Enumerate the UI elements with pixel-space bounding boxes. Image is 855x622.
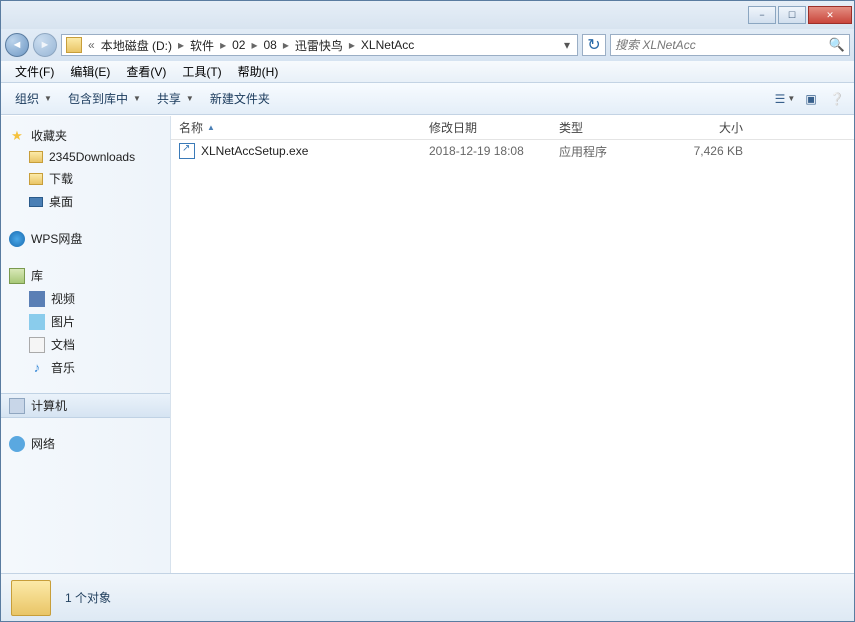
breadcrumb-dropdown-icon[interactable]: ▾ — [559, 38, 575, 52]
file-type: 应用程序 — [551, 143, 661, 160]
col-date-header[interactable]: 修改日期 — [421, 119, 551, 136]
explorer-window: − ☐ ✕ ◄ ► « 本地磁盘 (D:)▸ 软件▸ 02▸ 08▸ 迅雷快鸟▸… — [0, 0, 855, 622]
cloud-icon — [9, 231, 25, 247]
menu-tools[interactable]: 工具(T) — [174, 61, 229, 82]
menubar: 文件(F) 编辑(E) 查看(V) 工具(T) 帮助(H) — [1, 61, 854, 83]
table-row[interactable]: XLNetAccSetup.exe 2018-12-19 18:08 应用程序 … — [171, 140, 854, 162]
file-list: XLNetAccSetup.exe 2018-12-19 18:08 应用程序 … — [171, 140, 854, 573]
document-icon — [29, 337, 45, 353]
sidebar-wps-header[interactable]: WPS网盘 — [1, 227, 170, 250]
minimize-button[interactable]: − — [748, 6, 776, 24]
folder-icon — [29, 173, 43, 185]
file-date: 2018-12-19 18:08 — [421, 144, 551, 158]
new-folder-button[interactable]: 新建文件夹 — [202, 86, 278, 111]
forward-button[interactable]: ► — [33, 33, 57, 57]
preview-pane-button[interactable]: ▣ — [800, 88, 822, 110]
breadcrumb-seg-1[interactable]: 软件 — [186, 37, 218, 54]
help-button[interactable]: ❔ — [826, 88, 848, 110]
close-button[interactable]: ✕ — [808, 6, 852, 24]
folder-icon — [29, 151, 43, 163]
sidebar-computer-header[interactable]: 计算机 — [1, 393, 170, 418]
breadcrumb-seg-2[interactable]: 02 — [228, 38, 249, 52]
search-icon: 🔍 — [829, 37, 845, 53]
menu-help[interactable]: 帮助(H) — [230, 61, 287, 82]
sidebar-item-documents[interactable]: 文档 — [1, 333, 170, 356]
sidebar-favorites-header[interactable]: ★收藏夹 — [1, 124, 170, 147]
breadcrumb-seg-5[interactable]: XLNetAcc — [357, 38, 418, 52]
toolbar: 组织▼ 包含到库中▼ 共享▼ 新建文件夹 ☰▼ ▣ ❔ — [1, 83, 854, 115]
share-button[interactable]: 共享▼ — [149, 86, 202, 111]
folder-icon — [66, 37, 82, 53]
file-name: XLNetAccSetup.exe — [201, 144, 308, 158]
sidebar-item-pictures[interactable]: 图片 — [1, 310, 170, 333]
file-size: 7,426 KB — [661, 144, 751, 158]
menu-view[interactable]: 查看(V) — [118, 61, 174, 82]
column-headers: 名称▲ 修改日期 类型 大小 — [171, 116, 854, 140]
sidebar-item-music[interactable]: ♪音乐 — [1, 356, 170, 379]
exe-icon — [179, 143, 195, 159]
breadcrumb-seg-3[interactable]: 08 — [259, 38, 280, 52]
col-name-header[interactable]: 名称▲ — [171, 119, 421, 136]
chevron-down-icon: ▼ — [44, 94, 52, 103]
main-layout: ★收藏夹 2345Downloads 下载 桌面 WPS网盘 库 视频 图片 文… — [1, 115, 854, 573]
breadcrumb-prefix: « — [86, 38, 97, 52]
organize-button[interactable]: 组织▼ — [7, 86, 60, 111]
sidebar-item-download[interactable]: 下载 — [1, 167, 170, 190]
back-button[interactable]: ◄ — [5, 33, 29, 57]
status-object-count: 1 个对象 — [65, 589, 111, 606]
menu-edit[interactable]: 编辑(E) — [62, 61, 118, 82]
desktop-icon — [29, 197, 43, 207]
picture-icon — [29, 314, 45, 330]
include-lib-button[interactable]: 包含到库中▼ — [60, 86, 149, 111]
computer-icon — [9, 398, 25, 414]
maximize-button[interactable]: ☐ — [778, 6, 806, 24]
breadcrumb-seg-4[interactable]: 迅雷快鸟 — [291, 37, 347, 54]
view-options-button[interactable]: ☰▼ — [774, 88, 796, 110]
search-box[interactable]: 🔍 — [610, 34, 850, 56]
search-input[interactable] — [615, 38, 829, 52]
breadcrumb[interactable]: « 本地磁盘 (D:)▸ 软件▸ 02▸ 08▸ 迅雷快鸟▸ XLNetAcc … — [61, 34, 578, 56]
network-icon — [9, 436, 25, 452]
breadcrumb-seg-drive[interactable]: 本地磁盘 (D:) — [97, 37, 176, 54]
video-icon — [29, 291, 45, 307]
col-type-header[interactable]: 类型 — [551, 119, 661, 136]
star-icon: ★ — [9, 128, 25, 144]
menu-file[interactable]: 文件(F) — [7, 61, 62, 82]
sort-asc-icon: ▲ — [207, 123, 215, 132]
refresh-button[interactable]: ↻ — [582, 34, 606, 56]
music-icon: ♪ — [29, 360, 45, 376]
titlebar[interactable]: − ☐ ✕ — [1, 1, 854, 29]
sidebar-item-videos[interactable]: 视频 — [1, 287, 170, 310]
folder-large-icon — [11, 580, 51, 616]
content-area: 名称▲ 修改日期 类型 大小 XLNetAccSetup.exe 2018-12… — [171, 116, 854, 573]
chevron-down-icon: ▼ — [133, 94, 141, 103]
library-icon — [9, 268, 25, 284]
address-bar: ◄ ► « 本地磁盘 (D:)▸ 软件▸ 02▸ 08▸ 迅雷快鸟▸ XLNet… — [1, 29, 854, 61]
chevron-down-icon: ▼ — [186, 94, 194, 103]
sidebar: ★收藏夹 2345Downloads 下载 桌面 WPS网盘 库 视频 图片 文… — [1, 116, 171, 573]
sidebar-item-desktop[interactable]: 桌面 — [1, 190, 170, 213]
sidebar-item-2345downloads[interactable]: 2345Downloads — [1, 147, 170, 167]
sidebar-network-header[interactable]: 网络 — [1, 432, 170, 455]
status-bar: 1 个对象 — [1, 573, 854, 621]
col-size-header[interactable]: 大小 — [661, 119, 751, 136]
sidebar-libraries-header[interactable]: 库 — [1, 264, 170, 287]
